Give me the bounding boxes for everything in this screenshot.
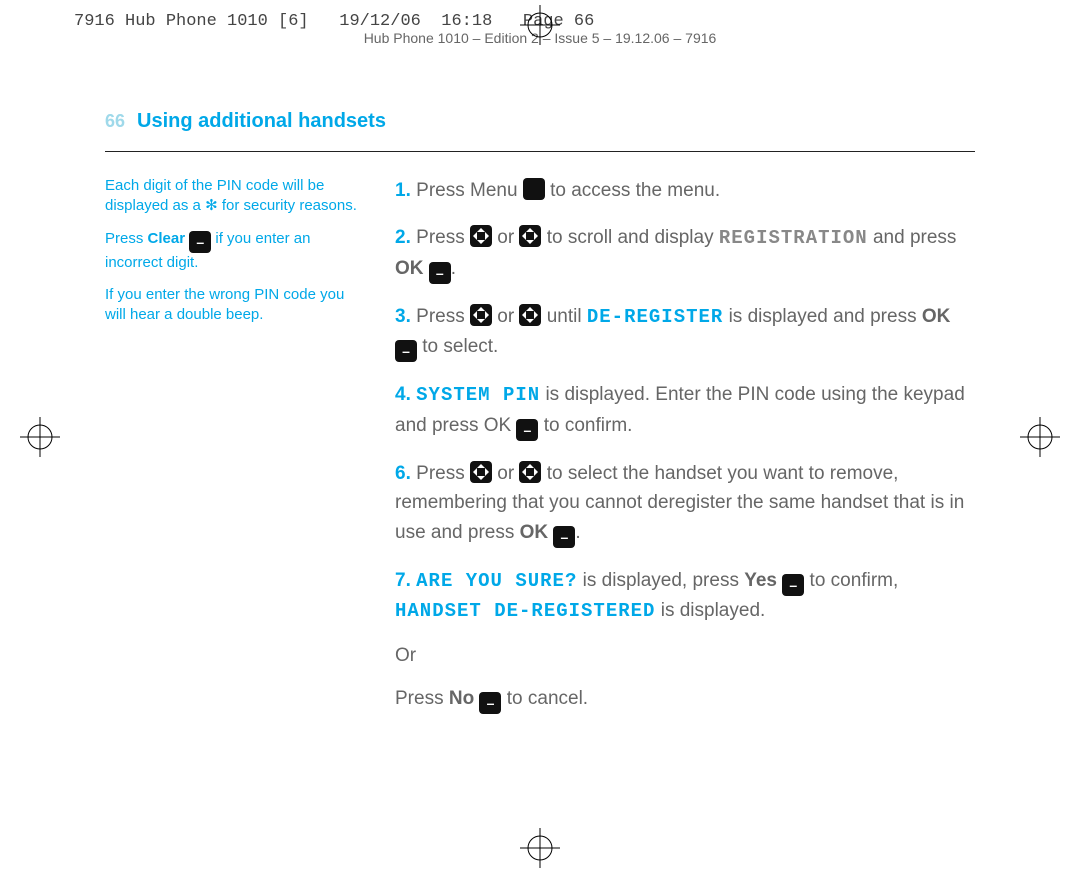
ok-key-icon [553,526,575,548]
step-7: 7. ARE YOU SURE? is displayed, press Yes… [395,566,975,714]
page-number: 66 [105,111,125,131]
page-heading: 66 Using additional handsets [105,110,975,133]
step-1: 1. Press Menu to access the menu. [395,176,975,205]
nav-key-icon [470,225,492,247]
step-4: 4. SYSTEM PIN is displayed. Enter the PI… [395,380,975,440]
step-3: 3. Press or until DE-REGISTER is display… [395,302,975,362]
crop-mark-right [1020,417,1060,457]
yes-key-icon [782,574,804,596]
crop-mark-bottom [520,828,560,868]
clear-key-icon [189,231,211,253]
ok-key-icon [395,340,417,362]
slug-sub: Hub Phone 1010 – Edition 2 – Issue 5 – 1… [0,30,1080,46]
instruction-list: 1. Press Menu to access the menu. 2. Pre… [395,176,975,732]
nav-key-icon [470,461,492,483]
sidebar-notes: Each digit of the PIN code will be displ… [105,176,365,732]
heading-rule [105,151,975,152]
no-key-icon [479,692,501,714]
slug-top: 7916 Hub Phone 1010 [6] 19/12/06 16:18 P… [74,12,594,31]
ok-key-icon [516,419,538,441]
menu-key-icon [523,178,545,200]
step-2: 2. Press or to scroll and display REGIST… [395,223,975,283]
ok-key-icon [429,262,451,284]
page-title: Using additional handsets [137,110,386,132]
nav-key-icon [519,461,541,483]
crop-mark-left [20,417,60,457]
nav-key-icon [519,225,541,247]
step-6: 6. Press or to select the handset you wa… [395,459,975,548]
nav-key-icon [470,304,492,326]
nav-key-icon [519,304,541,326]
